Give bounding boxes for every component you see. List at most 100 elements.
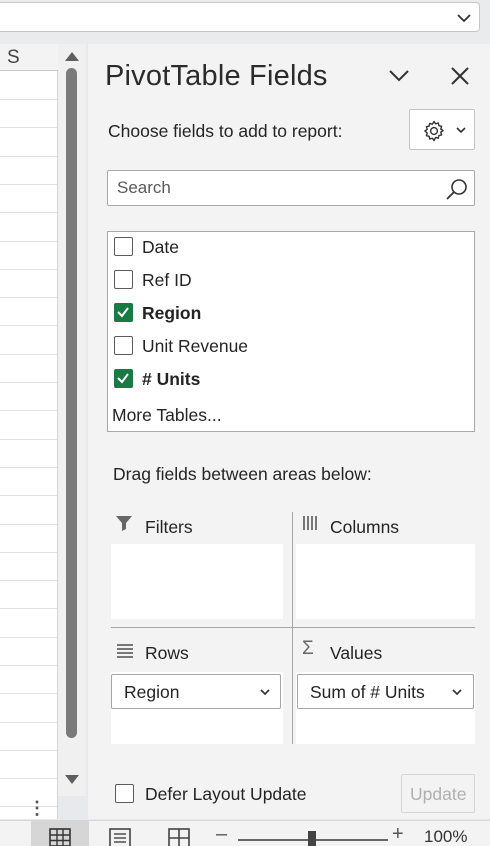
rows-icon <box>117 644 133 658</box>
row-gridline <box>0 99 57 100</box>
values-area-label: Values <box>330 643 383 663</box>
row-gridline <box>0 637 57 638</box>
field-checkbox[interactable] <box>114 336 133 355</box>
row-gridline <box>0 325 57 326</box>
column-letter: S <box>7 47 20 68</box>
update-label: Update <box>410 784 467 804</box>
field-checkbox[interactable] <box>114 237 133 256</box>
columns-icon <box>303 516 317 530</box>
field-label: Region <box>142 303 202 323</box>
choose-fields-label: Choose fields to add to report: <box>108 121 343 141</box>
vertical-scrollbar[interactable] <box>58 44 86 796</box>
columns-drop-area[interactable] <box>296 544 475 619</box>
search-placeholder: Search <box>117 178 171 197</box>
more-tables-link[interactable]: More Tables... <box>112 405 222 426</box>
row-gridline <box>0 127 57 128</box>
row-gridline <box>0 665 57 666</box>
row-gridline <box>0 184 57 185</box>
close-icon[interactable] <box>450 66 470 86</box>
more-options-icon[interactable]: ⋮ <box>28 796 46 820</box>
rows-field-chip[interactable]: Region <box>111 674 281 709</box>
values-drop-area[interactable]: Sum of # Units <box>296 672 475 744</box>
chevron-down-icon[interactable] <box>452 689 462 696</box>
field-item-region[interactable]: Region <box>114 301 454 325</box>
drag-fields-label: Drag fields between areas below: <box>113 464 372 484</box>
checkmark-icon <box>117 307 129 318</box>
row-gridline <box>0 693 57 694</box>
filter-icon <box>116 516 132 531</box>
row-gridline <box>0 297 57 298</box>
scroll-down-arrow-icon[interactable] <box>65 775 79 784</box>
row-gridline <box>0 156 57 157</box>
chip-label: Region <box>124 682 180 702</box>
row-gridline <box>0 382 57 383</box>
scroll-up-arrow-icon[interactable] <box>65 52 79 61</box>
chevron-down-icon[interactable] <box>455 9 473 27</box>
chip-label: Sum of # Units <box>310 682 425 702</box>
zoom-out-button[interactable]: – <box>216 823 227 846</box>
tools-button[interactable] <box>409 109 475 150</box>
defer-label: Defer Layout Update <box>145 784 307 804</box>
field-list: Date Ref ID Region Unit Revenue # Units … <box>107 231 475 432</box>
scrollbar-thumb[interactable] <box>66 68 77 738</box>
values-field-chip[interactable]: Sum of # Units <box>297 674 474 709</box>
page-break-icon[interactable] <box>168 828 190 846</box>
spreadsheet-grid[interactable]: S <box>0 44 58 819</box>
row-gridline <box>0 467 57 468</box>
field-checkbox[interactable] <box>114 270 133 289</box>
chevron-down-icon[interactable] <box>388 67 410 85</box>
formula-bar-strip <box>0 0 490 44</box>
pane-title: PivotTable Fields <box>105 60 328 92</box>
search-icon[interactable] <box>445 177 469 201</box>
field-label: Unit Revenue <box>142 336 249 356</box>
page-layout-icon[interactable] <box>109 828 131 846</box>
zoom-percent[interactable]: 100% <box>424 827 467 846</box>
row-gridline <box>0 241 57 242</box>
field-checkbox[interactable] <box>114 303 133 322</box>
row-gridline <box>0 410 57 411</box>
chevron-down-icon <box>456 127 466 134</box>
row-gridline <box>0 439 57 440</box>
rows-area-label: Rows <box>145 643 189 663</box>
search-input[interactable]: Search <box>107 170 475 206</box>
row-gridline <box>0 722 57 723</box>
row-gridline <box>0 269 57 270</box>
row-gridline <box>0 608 57 609</box>
row-gridline <box>0 495 57 496</box>
field-item-date[interactable]: Date <box>114 235 454 259</box>
row-gridline <box>0 524 57 525</box>
field-label: # Units <box>142 369 201 389</box>
field-item-unit-revenue[interactable]: Unit Revenue <box>114 334 454 358</box>
name-box-dropdown[interactable] <box>0 2 480 32</box>
filters-drop-area[interactable] <box>111 544 283 619</box>
row-gridline <box>0 212 57 213</box>
update-button[interactable]: Update <box>401 774 475 813</box>
field-label: Ref ID <box>142 270 192 290</box>
field-item-ref-id[interactable]: Ref ID <box>114 268 454 292</box>
row-gridline <box>0 580 57 581</box>
field-label: Date <box>142 237 179 257</box>
filters-area-label: Filters <box>145 517 193 537</box>
pivottable-fields-pane: PivotTable Fields Choose fields to add t… <box>88 44 490 819</box>
zoom-slider-thumb[interactable] <box>308 831 316 846</box>
field-item-units[interactable]: # Units <box>114 367 454 391</box>
row-gridline <box>0 552 57 553</box>
normal-view-icon <box>49 828 71 846</box>
chevron-down-icon[interactable] <box>260 689 270 696</box>
field-checkbox[interactable] <box>114 369 133 388</box>
defer-layout-update[interactable]: Defer Layout Update <box>115 782 355 808</box>
row-gridline <box>0 778 57 779</box>
rows-drop-area[interactable]: Region <box>111 672 283 744</box>
area-divider <box>292 512 293 744</box>
checkmark-icon <box>117 373 129 384</box>
normal-view-button[interactable] <box>31 821 89 846</box>
gear-icon <box>424 120 444 142</box>
row-gridline <box>0 750 57 751</box>
zoom-in-button[interactable]: + <box>392 823 404 846</box>
defer-checkbox[interactable] <box>115 784 134 803</box>
area-divider <box>111 627 475 628</box>
column-header[interactable]: S <box>0 44 58 71</box>
row-gridline <box>0 354 57 355</box>
sigma-icon: Σ <box>302 638 314 659</box>
status-bar: – + 100% <box>0 820 490 846</box>
